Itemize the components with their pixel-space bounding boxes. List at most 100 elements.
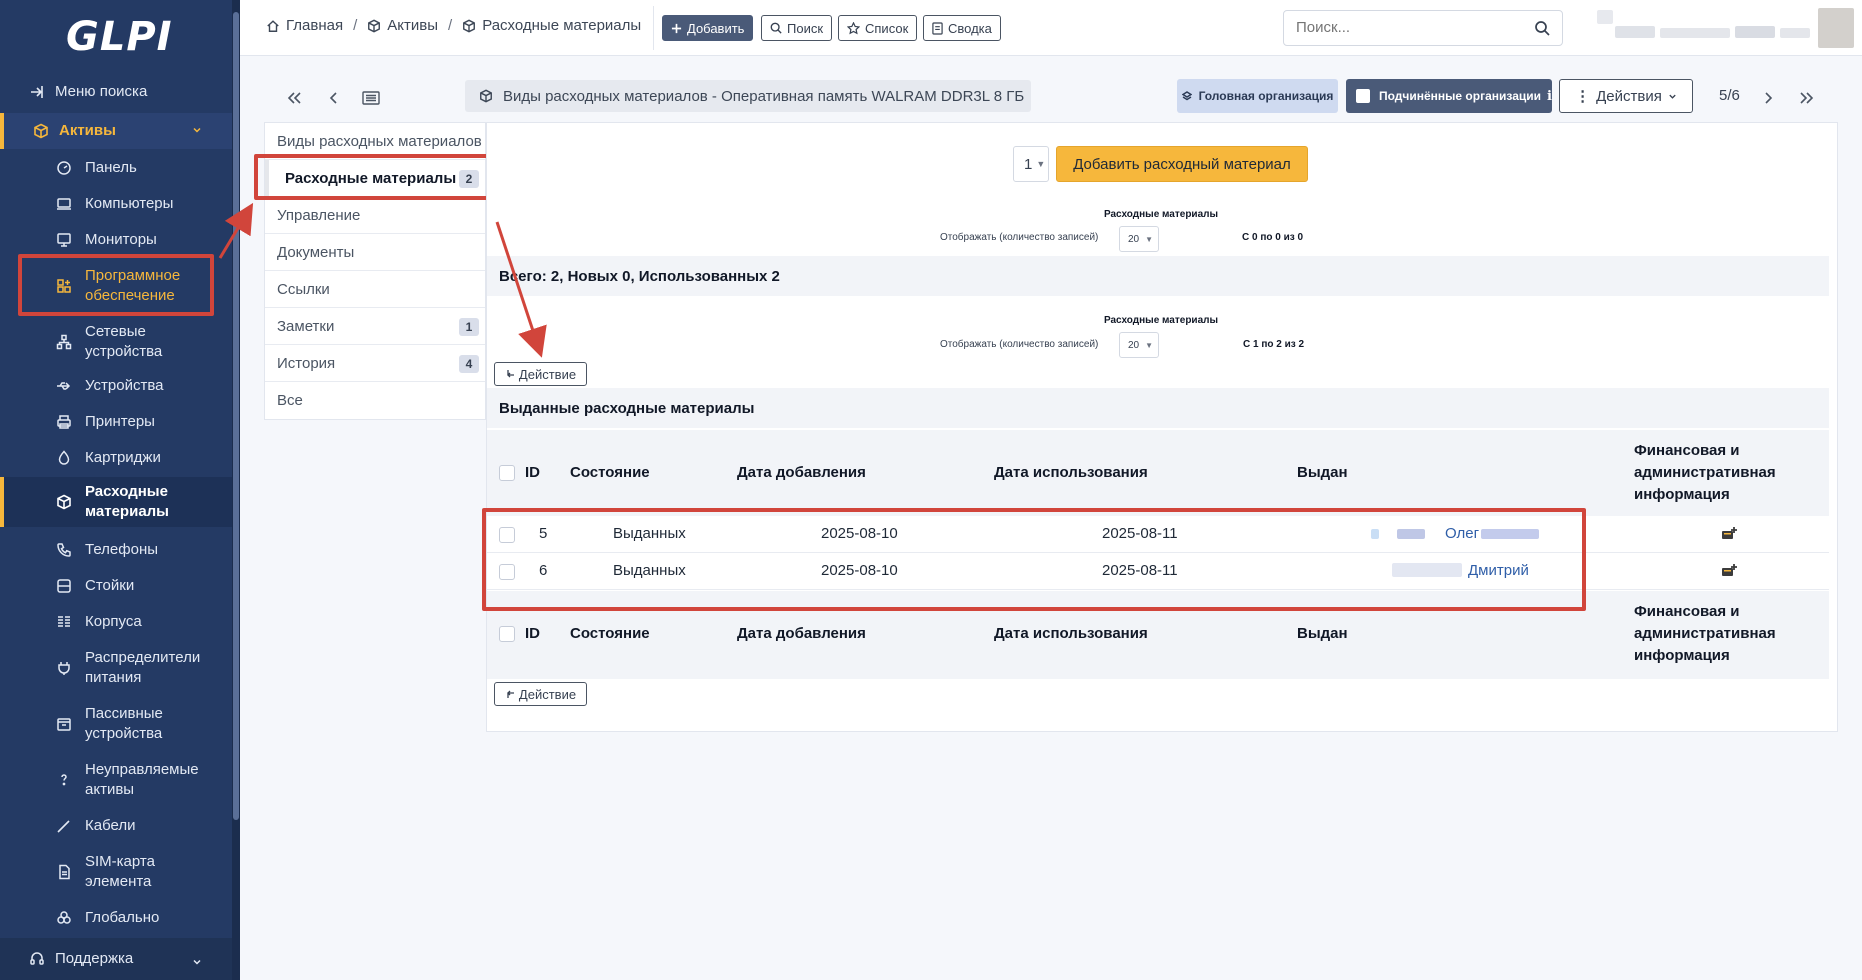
mass-action-button-bottom[interactable]: Действие (494, 682, 587, 706)
per-page-select[interactable]: 20 ▼ (1119, 226, 1159, 252)
global-search[interactable] (1283, 10, 1563, 46)
sidebar-item-cartridges[interactable]: Картриджи (0, 446, 232, 470)
column-header-state[interactable]: Состояние (570, 464, 650, 481)
table-footer: ID Состояние Дата добавления Дата исполь… (487, 591, 1829, 679)
count-badge: 2 (459, 170, 479, 188)
section-title: Выданные расходные материалы (487, 388, 1829, 428)
sidebar-item-monitors[interactable]: Мониторы (0, 228, 232, 252)
apps-icon (55, 277, 73, 295)
sidebar-item-pdus[interactable]: Распределители питания (0, 646, 232, 690)
nav-section-support[interactable]: Поддержка (0, 938, 232, 980)
column-header-financial[interactable]: Финансовая и административная информация (1634, 601, 1794, 667)
sidebar-item-sim[interactable]: SIM-карта элемента (0, 850, 232, 894)
search-menu-link[interactable]: Меню поиска (0, 81, 232, 103)
add-button[interactable]: Добавить (662, 15, 754, 41)
sidebar-item-network[interactable]: Сетевые устройства (0, 320, 232, 364)
sidebar-item-dashboard[interactable]: Панель (0, 156, 232, 180)
chevron-down-icon (1668, 92, 1677, 101)
tab-documents[interactable]: Документы (265, 234, 485, 271)
actions-dropdown[interactable]: ⋮ Действия (1559, 79, 1693, 113)
table-row[interactable]: 6 Выданных 2025-08-10 2025-08-11 Дмитрий (487, 553, 1829, 590)
user-link[interactable]: Олег (1445, 525, 1479, 542)
search-input[interactable] (1296, 19, 1516, 36)
tab-links[interactable]: Ссылки (265, 271, 485, 308)
caret-down-icon: ▼ (1036, 159, 1046, 169)
per-page-label: Отображать (количество записей) (940, 339, 1099, 350)
sidebar-item-printers[interactable]: Принтеры (0, 410, 232, 434)
cell-id: 6 (539, 562, 548, 579)
subentities-toggle[interactable]: Подчинённые организации i (1346, 79, 1552, 113)
add-financial-info-icon[interactable] (1721, 563, 1737, 583)
column-header-financial[interactable]: Финансовая и административная информация (1634, 440, 1794, 506)
sidebar: GLPI Меню поиска Активы Панель Компьютер… (0, 0, 240, 980)
sidebar-item-enclosures[interactable]: Корпуса (0, 610, 232, 634)
columns-icon (55, 613, 73, 631)
sidebar-item-consumables[interactable]: Расходные материалы (0, 477, 232, 527)
item-tabs: Виды расходных материалов Расходные мате… (264, 122, 486, 420)
tab-consumable-types[interactable]: Виды расходных материалов (265, 123, 485, 160)
question-icon (55, 771, 73, 789)
add-consumable-button[interactable]: Добавить расходный материал (1056, 146, 1308, 182)
summary-button[interactable]: Сводка (923, 15, 1001, 41)
droplet-icon (55, 449, 73, 467)
tab-all[interactable]: Все (265, 382, 485, 419)
mass-action-button-top[interactable]: Действие (494, 362, 587, 386)
entity-badge[interactable]: Головная организация (1177, 79, 1338, 113)
row-checkbox[interactable] (499, 527, 515, 543)
row-checkbox[interactable] (499, 564, 515, 580)
breadcrumb-consumables[interactable]: Расходные материалы (462, 17, 641, 34)
column-header-date-used[interactable]: Дата использования (994, 464, 1148, 481)
subentities-checkbox[interactable] (1356, 89, 1370, 103)
tab-history[interactable]: История 4 (265, 345, 485, 382)
select-all-checkbox[interactable] (499, 465, 515, 481)
per-page-label: Отображать (количество записей) (940, 232, 1099, 243)
search-button[interactable]: Поиск (761, 15, 833, 41)
sidebar-item-passive[interactable]: Пассивные устройства (0, 702, 232, 746)
sidebar-item-phones[interactable]: Телефоны (0, 538, 232, 562)
nav-section-assets[interactable]: Активы (0, 113, 232, 149)
avatar[interactable] (1818, 8, 1854, 48)
breadcrumb-home[interactable]: Главная (266, 17, 343, 34)
breadcrumb-assets[interactable]: Активы (367, 17, 438, 34)
user-link[interactable]: Дмитрий (1468, 562, 1529, 579)
column-header-date-used[interactable]: Дата использования (994, 625, 1148, 642)
column-header-date-added[interactable]: Дата добавления (737, 464, 866, 481)
printer-icon (55, 413, 73, 431)
sidebar-scrollbar[interactable] (232, 0, 240, 980)
tab-consumables[interactable]: Расходные материалы 2 (265, 160, 485, 197)
column-header-id[interactable]: ID (525, 625, 540, 642)
pager-title: Расходные материалы (1103, 315, 1219, 326)
first-item-button[interactable] (281, 86, 307, 110)
glpi-logo[interactable]: GLPI (66, 14, 172, 60)
search-icon[interactable] (1534, 20, 1550, 40)
list-button[interactable]: Список (838, 15, 918, 41)
column-header-id[interactable]: ID (525, 464, 540, 481)
sidebar-item-global[interactable]: Глобально (0, 906, 232, 930)
sidebar-item-devices[interactable]: Устройства (0, 374, 232, 398)
cell-date-used: 2025-08-11 (1102, 525, 1178, 542)
sidebar-item-cables[interactable]: Кабели (0, 814, 232, 838)
previous-item-button[interactable] (321, 86, 347, 110)
sidebar-item-racks[interactable]: Стойки (0, 574, 232, 598)
pager-title: Расходные материалы (1103, 209, 1219, 220)
select-all-checkbox[interactable] (499, 626, 515, 642)
last-item-button[interactable] (1794, 86, 1820, 110)
quantity-select[interactable]: 1 ▼ (1013, 146, 1049, 182)
caret-down-icon: ▼ (1145, 340, 1154, 350)
table-row[interactable]: 5 Выданных 2025-08-10 2025-08-11 Олег (487, 516, 1829, 553)
per-page-select[interactable]: 20 ▼ (1119, 332, 1159, 358)
tab-management[interactable]: Управление (265, 197, 485, 234)
column-header-given-to[interactable]: Выдан (1297, 464, 1348, 481)
list-view-button[interactable] (358, 86, 384, 110)
count-badge: 4 (459, 355, 479, 373)
column-header-given-to[interactable]: Выдан (1297, 625, 1348, 642)
sidebar-item-software[interactable]: Программное обеспечение (0, 264, 232, 308)
add-financial-info-icon[interactable] (1721, 526, 1737, 546)
column-header-date-added[interactable]: Дата добавления (737, 625, 866, 642)
sidebar-item-computers[interactable]: Компьютеры (0, 192, 232, 216)
tab-notes[interactable]: Заметки 1 (265, 308, 485, 345)
sidebar-scrollbar-thumb[interactable] (233, 12, 239, 820)
column-header-state[interactable]: Состояние (570, 625, 650, 642)
next-item-button[interactable] (1755, 86, 1781, 110)
sidebar-item-unmanaged[interactable]: Неуправляемые активы (0, 758, 232, 802)
